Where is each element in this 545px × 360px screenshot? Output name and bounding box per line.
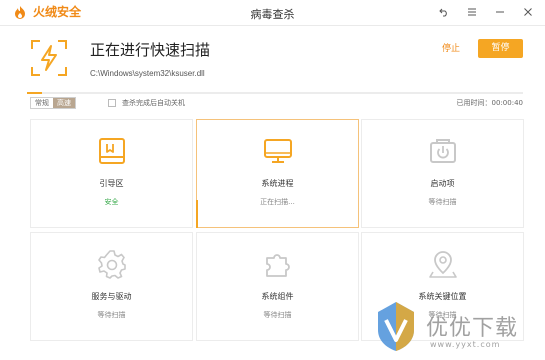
card-status: 正在扫描...	[260, 198, 295, 206]
card-label: 引导区	[99, 179, 124, 188]
scan-progress-fill	[27, 92, 42, 94]
startup-icon	[430, 139, 456, 163]
card-label: 系统进程	[261, 179, 294, 188]
scan-progress-bar	[27, 92, 523, 94]
minimize-icon[interactable]	[493, 5, 507, 19]
card-label: 系统组件	[261, 292, 294, 301]
auto-shutdown-label: 查杀完成后自动关机	[122, 99, 185, 107]
card-status: 等待扫描	[263, 311, 292, 319]
close-icon[interactable]	[521, 5, 535, 19]
window-controls	[437, 5, 535, 19]
gear-icon	[98, 250, 126, 279]
scan-header: 正在进行快速扫描 C:\Windows\system32\ksuser.dll …	[0, 26, 545, 92]
puzzle-icon	[266, 254, 290, 277]
card-status: 等待扫描	[428, 198, 457, 206]
card-label: 启动项	[430, 179, 455, 188]
watermark-logo-icon	[378, 302, 414, 351]
pause-button[interactable]: 暂停	[478, 39, 523, 58]
watermark-text: 优优下载	[426, 316, 519, 341]
scan-current-path: C:\Windows\system32\ksuser.dll	[90, 69, 205, 78]
title-bar: 火绒安全 病毒查杀	[0, 0, 545, 26]
scan-bolt-icon	[31, 40, 67, 76]
elapsed-time: 已用时间：00:00:40	[456, 99, 523, 107]
card-services-drivers[interactable]: 服务与驱动 等待扫描	[30, 232, 193, 341]
scan-mode-toggle: 常规 高速	[30, 97, 76, 109]
monitor-icon	[264, 139, 292, 163]
scan-title: 正在进行快速扫描	[90, 41, 211, 59]
menu-icon[interactable]	[465, 5, 479, 19]
auto-shutdown-option[interactable]: 查杀完成后自动关机	[108, 97, 185, 109]
card-status: 安全	[104, 198, 119, 206]
card-label: 服务与驱动	[91, 292, 132, 301]
boot-sector-icon	[99, 138, 125, 164]
back-icon[interactable]	[437, 5, 451, 19]
mode-option-normal[interactable]: 常规	[31, 98, 53, 108]
watermark: 优优下载 www.yyxt.com	[368, 298, 538, 354]
card-system-components[interactable]: 系统组件 等待扫描	[196, 232, 359, 341]
card-status: 等待扫描	[97, 311, 126, 319]
card-system-process[interactable]: 系统进程 正在扫描...	[196, 119, 359, 228]
watermark-url: www.yyxt.com	[430, 340, 501, 349]
card-boot-sector[interactable]: 引导区 安全	[30, 119, 193, 228]
mode-bar: 常规 高速 查杀完成后自动关机 已用时间：00:00:40	[30, 97, 523, 111]
mode-option-fast[interactable]: 高速	[53, 98, 75, 108]
location-icon	[429, 251, 457, 278]
auto-shutdown-checkbox[interactable]	[108, 99, 116, 107]
stop-button[interactable]: 停止	[431, 39, 471, 59]
card-startup-items[interactable]: 启动项 等待扫描	[361, 119, 524, 228]
